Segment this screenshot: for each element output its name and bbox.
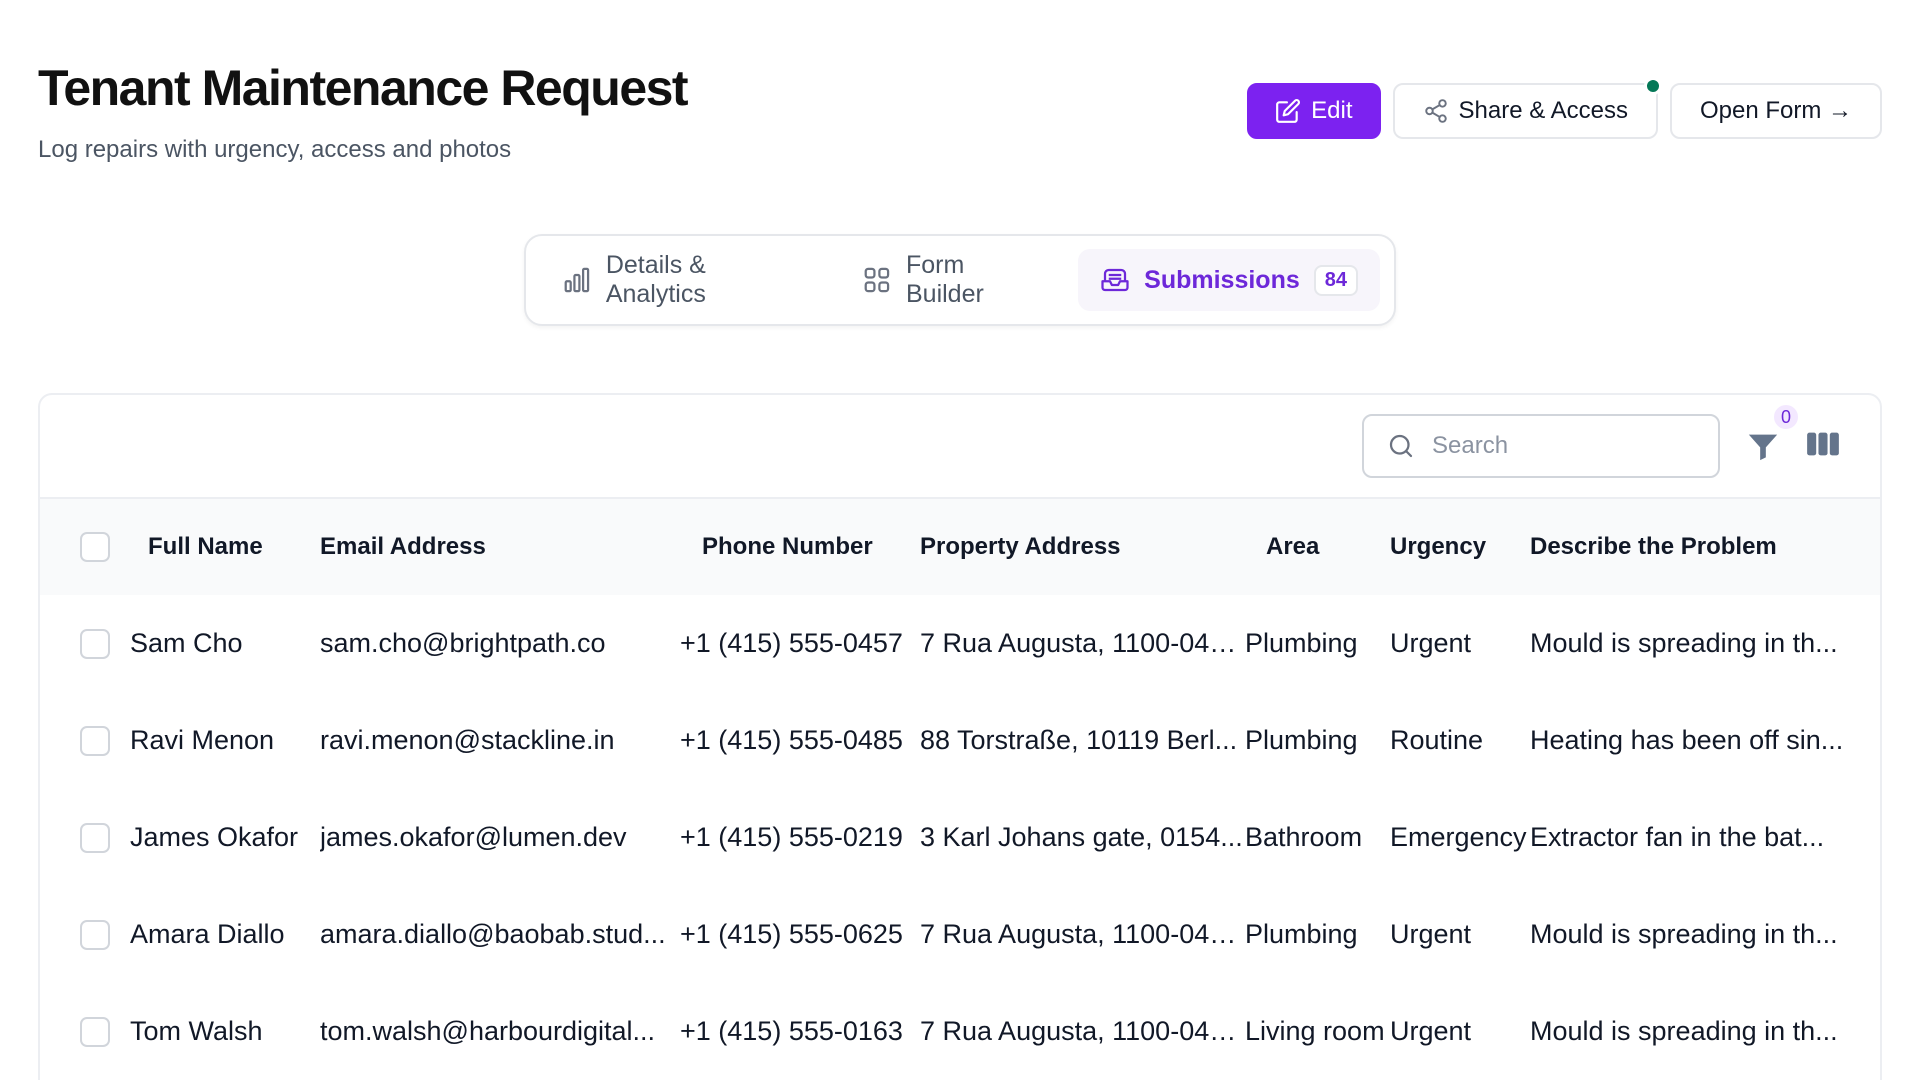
submissions-table: Full Name Email Address Phone Number Pro… — [40, 499, 1880, 1080]
table-cell: 3 Karl Johans gate, 0154... — [920, 822, 1243, 852]
table-cell: Amara Diallo — [130, 919, 285, 949]
inbox-icon — [1101, 268, 1129, 292]
tab-submissions[interactable]: Submissions 84 — [1078, 249, 1380, 311]
page-subtitle: Log repairs with urgency, access and pho… — [38, 136, 512, 163]
share-access-button[interactable]: Share & Access — [1392, 77, 1662, 139]
table-row[interactable]: Sam Cho sam.cho@brightpath.co +1 (415) 555… — [40, 595, 1880, 692]
table-cell: 7 Rua Augusta, 1100-048 ... — [920, 1016, 1245, 1046]
table-cell: Mould is spreading in th... — [1530, 628, 1838, 658]
table-row[interactable]: Tom Walsh tom.walsh@harbourdigital... +1 (… — [40, 983, 1880, 1080]
view-tabs: Details & Analytics Form Builder Submiss… — [524, 234, 1396, 326]
table-body: Sam Cho sam.cho@brightpath.co +1 (415) 555… — [40, 595, 1880, 1080]
table-header-row: Full Name Email Address Phone Number Pro… — [40, 499, 1880, 595]
columns-button[interactable] — [1806, 429, 1840, 464]
table-cell: Bathroom — [1245, 822, 1363, 852]
table-cell: Urgent — [1390, 1016, 1472, 1046]
table-row[interactable]: Ravi Menon ravi.menon@stackline.in +1 (415… — [40, 692, 1880, 789]
columns-icon — [1807, 432, 1839, 455]
table-cell: Mould is spreading in th... — [1530, 1016, 1838, 1046]
table-cell: Living room — [1245, 1016, 1385, 1046]
table-cell: Plumbing — [1245, 725, 1358, 755]
search-icon — [1389, 434, 1413, 458]
share-access-label: Share & Access — [1458, 97, 1628, 124]
column-header[interactable]: Phone Number — [680, 499, 920, 595]
table-cell: Plumbing — [1245, 628, 1358, 658]
column-header[interactable]: Email Address — [320, 499, 680, 595]
row-checkbox-cell — [40, 789, 130, 886]
select-all-checkbox[interactable] — [80, 532, 110, 562]
grid-icon — [864, 267, 890, 293]
column-header[interactable]: Property Address — [920, 499, 1245, 595]
open-form-label: Open Form → — [1699, 97, 1852, 124]
table-cell: Emergency — [1390, 822, 1527, 852]
status-dot — [1643, 77, 1662, 95]
tab-form-builder[interactable]: Form Builder — [840, 249, 1070, 311]
table-cell: Extractor fan in the bat... — [1530, 822, 1825, 852]
row-checkbox[interactable] — [80, 920, 110, 951]
table-row[interactable]: James Okafor james.okafor@lumen.dev +1 (41… — [40, 789, 1880, 886]
row-checkbox-cell — [40, 595, 130, 692]
table-cell: Urgent — [1390, 919, 1472, 949]
table-cell: Heating has been off sin... — [1530, 725, 1844, 755]
table-cell: Plumbing — [1245, 919, 1358, 949]
edit-icon — [1276, 99, 1301, 123]
page-title: Tenant Maintenance Request — [38, 60, 689, 116]
page-header: Tenant Maintenance Request Log repairs w… — [38, 58, 689, 164]
row-checkbox[interactable] — [80, 1017, 110, 1048]
table-toolbar: 0 — [40, 395, 1880, 499]
search-input[interactable] — [1432, 432, 1696, 460]
table-cell: 88 Torstraße, 10119 Berl... — [920, 725, 1238, 755]
table-row[interactable]: Amara Diallo amara.diallo@baobab.stud... +… — [40, 886, 1880, 983]
share-icon — [1424, 99, 1447, 123]
tab-label: Form Builder — [905, 251, 984, 308]
column-header[interactable]: Describe the Problem — [1530, 499, 1880, 595]
table-cell: Mould is spreading in th... — [1530, 919, 1838, 949]
table-cell: sam.cho@brightpath.co — [320, 628, 606, 658]
table-cell: 7 Rua Augusta, 1100-048 ... — [920, 919, 1245, 949]
table-cell: ravi.menon@stackline.in — [320, 725, 615, 755]
column-header[interactable]: Urgency — [1390, 499, 1530, 595]
edit-button[interactable]: Edit — [1247, 83, 1381, 139]
header-actions: Edit Share & Access Open Form → — [1247, 77, 1882, 139]
submissions-count-badge: 84 — [1313, 264, 1358, 296]
open-form-button[interactable]: Open Form → — [1669, 83, 1882, 139]
table-cell: +1 (415) 555-0163 — [680, 1016, 903, 1046]
filter-count-badge: 0 — [1772, 403, 1800, 431]
column-header[interactable]: Area — [1245, 499, 1390, 595]
filter-icon — [1748, 434, 1778, 461]
filter-button[interactable]: 0 — [1746, 403, 1800, 463]
row-checkbox[interactable] — [80, 726, 110, 757]
table-cell: 7 Rua Augusta, 1100-048 ... — [920, 628, 1245, 658]
table-cell: Sam Cho — [130, 628, 243, 658]
row-checkbox[interactable] — [80, 629, 110, 660]
bar-chart-icon — [564, 267, 590, 293]
row-checkbox-cell — [40, 886, 130, 983]
table-cell: Ravi Menon — [130, 725, 275, 755]
table-cell: +1 (415) 555-0219 — [680, 822, 903, 852]
table-cell: Routine — [1390, 725, 1484, 755]
table-cell: tom.walsh@harbourdigital... — [320, 1016, 656, 1046]
table-cell: +1 (415) 555-0457 — [680, 628, 903, 658]
submissions-panel: 0 Full Name Email Address Phone Number P… — [38, 393, 1882, 1080]
table-cell: +1 (415) 555-0485 — [680, 725, 903, 755]
row-checkbox-cell — [40, 983, 130, 1080]
table-cell: amara.diallo@baobab.stud... — [320, 919, 666, 949]
tab-label: Details & Analytics — [605, 251, 706, 308]
table-cell: Tom Walsh — [130, 1016, 263, 1046]
row-checkbox-cell — [40, 692, 130, 789]
tab-details-analytics[interactable]: Details & Analytics — [540, 249, 832, 311]
table-cell: James Okafor — [130, 822, 299, 852]
table-cell: james.okafor@lumen.dev — [320, 822, 627, 852]
search-box[interactable] — [1362, 414, 1720, 478]
edit-button-label: Edit — [1311, 97, 1353, 124]
row-checkbox[interactable] — [80, 823, 110, 854]
table-cell: Urgent — [1390, 628, 1472, 658]
table-cell: +1 (415) 555-0625 — [680, 919, 903, 949]
tab-label: Submissions — [1144, 265, 1300, 294]
column-header[interactable]: Full Name — [130, 499, 320, 595]
